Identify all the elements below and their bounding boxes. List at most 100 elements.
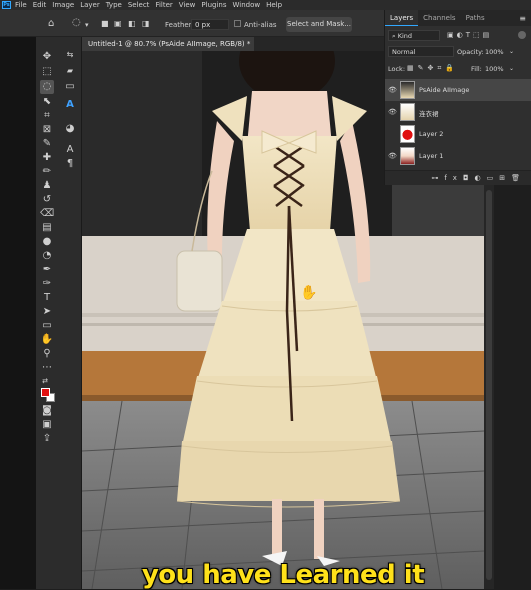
type-tool-icon[interactable]: T: [40, 291, 54, 305]
history-brush-icon[interactable]: ↺: [40, 193, 54, 207]
search-icon: ⌕: [392, 32, 396, 40]
menu-select[interactable]: Select: [128, 1, 150, 9]
document-tab[interactable]: Untitled-1 @ 80.7% (PsAide AIImage, RGB/…: [82, 37, 262, 51]
frame-tool-icon[interactable]: ▰: [63, 64, 77, 78]
menu-filter[interactable]: Filter: [155, 1, 172, 9]
menu-image[interactable]: Image: [52, 1, 74, 9]
link-layers-icon[interactable]: ⊶: [431, 174, 444, 182]
layer-row-psaide-aiimage[interactable]: 👁 PsAide AIImage: [385, 79, 531, 101]
lock-icons[interactable]: ▦✎✥⌗🔒: [407, 64, 458, 73]
layers-panel: Layers Channels Paths ≡ ⌕ Kind ▣◐T⬚▤ Nor…: [384, 10, 531, 185]
crop-tool-icon[interactable]: ⌗: [40, 109, 54, 123]
visibility-eye-hidden-icon[interactable]: ·: [388, 130, 390, 138]
panel-menu-icon[interactable]: ≡: [519, 14, 526, 23]
menu-plugins[interactable]: Plugins: [201, 1, 226, 9]
layer-name: PsAide AIImage: [419, 86, 470, 94]
layer-thumbnail: [400, 147, 415, 165]
home-icon[interactable]: ⌂: [48, 19, 54, 29]
pen-tool-icon[interactable]: ✒: [40, 263, 54, 277]
select-and-mask-button[interactable]: Select and Mask...: [286, 17, 352, 32]
layer-row-layer-2[interactable]: · Layer 2: [385, 123, 531, 145]
gradient-tool-icon[interactable]: ▤: [40, 221, 54, 235]
pen-add-icon[interactable]: ✑: [40, 277, 54, 291]
frame-tool-icon[interactable]: ⊠: [40, 123, 54, 137]
blur-tool-icon[interactable]: ●: [40, 235, 54, 249]
antialias-checkbox[interactable]: [234, 20, 241, 27]
chevron-down-icon[interactable]: ▾: [85, 20, 89, 30]
zoom-tool-icon[interactable]: ⚲: [40, 347, 54, 361]
color-wheel-icon[interactable]: ◕: [63, 122, 77, 136]
chevron-down-icon[interactable]: ⌄: [509, 48, 514, 55]
lasso-tool-icon[interactable]: ◌: [40, 80, 54, 94]
feather-input[interactable]: [191, 19, 229, 30]
lasso-tool-icon[interactable]: ◌: [72, 18, 81, 28]
menu-layer[interactable]: Layer: [80, 1, 100, 9]
object-select-tool-icon[interactable]: ⬉: [40, 95, 54, 109]
visibility-eye-icon[interactable]: 👁: [388, 152, 397, 160]
blend-mode-select[interactable]: Normal: [388, 46, 454, 57]
layer-name: Layer 1: [419, 152, 444, 160]
filter-toggle-icon[interactable]: [518, 31, 526, 39]
menu-edit[interactable]: Edit: [33, 1, 47, 9]
fill-label: Fill:: [471, 65, 482, 73]
photoshop-logo-icon[interactable]: Ps: [2, 1, 11, 9]
opacity-value[interactable]: 100%: [485, 48, 504, 56]
tab-channels[interactable]: Channels: [418, 10, 460, 26]
swap-colors-icon[interactable]: ⇄: [38, 374, 52, 388]
antialias-label: Anti-alias: [244, 21, 277, 29]
visibility-eye-icon[interactable]: 👁: [388, 108, 397, 116]
menu-window[interactable]: Window: [232, 1, 260, 9]
screen-mode-icon[interactable]: ▣: [40, 418, 54, 432]
tools-panel: ✥ ⇆ ⬚ ▰ ◌ ▭ ⬉ A ⌗ ⊠ ◕ ✎ A ¶ ✚ ✏ ♟ ↺ ⌫ ▤ …: [36, 37, 82, 589]
chevron-down-icon[interactable]: ⌄: [509, 65, 514, 72]
clone-stamp-icon[interactable]: ♟: [40, 179, 54, 193]
layer-filter-select[interactable]: ⌕ Kind: [388, 30, 440, 41]
character-panel-icon[interactable]: A: [63, 143, 77, 157]
menu-file[interactable]: File: [15, 1, 27, 9]
layer-style-icon[interactable]: fx: [444, 174, 463, 182]
foreground-color-swatch[interactable]: [41, 388, 50, 397]
trash-icon[interactable]: 🗑: [511, 174, 526, 182]
share-icon[interactable]: ⇪: [40, 432, 54, 446]
menu-type[interactable]: Type: [106, 1, 122, 9]
more-tools-icon[interactable]: ⋯: [40, 361, 54, 375]
artboard-tool-icon[interactable]: ⇆: [63, 48, 77, 62]
layer-filter-icons[interactable]: ▣◐T⬚▤: [447, 31, 492, 39]
path-select-icon[interactable]: ➤: [40, 305, 54, 319]
fill-value[interactable]: 100%: [485, 65, 504, 73]
visibility-eye-icon[interactable]: 👁: [388, 86, 397, 94]
menu-help[interactable]: Help: [266, 1, 282, 9]
rectangle-tool-icon[interactable]: ▭: [40, 319, 54, 333]
dodge-tool-icon[interactable]: ◔: [40, 249, 54, 263]
canvas-scrollbar-thumb[interactable]: [486, 190, 492, 580]
ai-assistant-icon[interactable]: A: [63, 98, 77, 112]
new-layer-icon[interactable]: ⊞: [499, 174, 511, 182]
eraser-tool-icon[interactable]: ⌫: [40, 207, 54, 221]
marquee-tool-icon[interactable]: ⬚: [40, 65, 54, 79]
hand-tool-icon[interactable]: ✋: [40, 333, 54, 347]
quick-mask-icon[interactable]: ◙: [40, 404, 54, 418]
brush-tool-icon[interactable]: ✏: [40, 165, 54, 179]
adjustment-layer-icon[interactable]: ◐: [475, 174, 487, 182]
healing-brush-icon[interactable]: ✚: [40, 151, 54, 165]
add-mask-icon[interactable]: ◘: [463, 174, 475, 182]
intersect-selection-icon[interactable]: ◨: [142, 19, 150, 29]
menu-bar: Ps File Edit Image Layer Type Select Fil…: [0, 0, 531, 10]
add-to-selection-icon[interactable]: ▣: [114, 19, 122, 29]
tab-paths[interactable]: Paths: [461, 10, 490, 26]
eyedropper-tool-icon[interactable]: ✎: [40, 137, 54, 151]
comment-tool-icon[interactable]: ▭: [63, 80, 77, 94]
layer-row-dress[interactable]: 👁 连衣裙: [385, 101, 531, 123]
tab-layers[interactable]: Layers: [385, 10, 419, 26]
move-tool-icon[interactable]: ✥: [40, 50, 54, 64]
paragraph-panel-icon[interactable]: ¶: [63, 157, 77, 171]
layer-thumbnail: [400, 103, 415, 121]
panel-tabs: Layers Channels Paths ≡: [385, 10, 531, 26]
subtract-selection-icon[interactable]: ◧: [128, 19, 136, 29]
new-group-icon[interactable]: ▭: [487, 174, 500, 182]
new-selection-icon[interactable]: ■: [101, 19, 109, 29]
layer-row-layer-1[interactable]: 👁 Layer 1: [385, 145, 531, 167]
opacity-label: Opacity:: [457, 48, 484, 56]
layer-thumbnail: [400, 125, 415, 143]
menu-view[interactable]: View: [179, 1, 196, 9]
